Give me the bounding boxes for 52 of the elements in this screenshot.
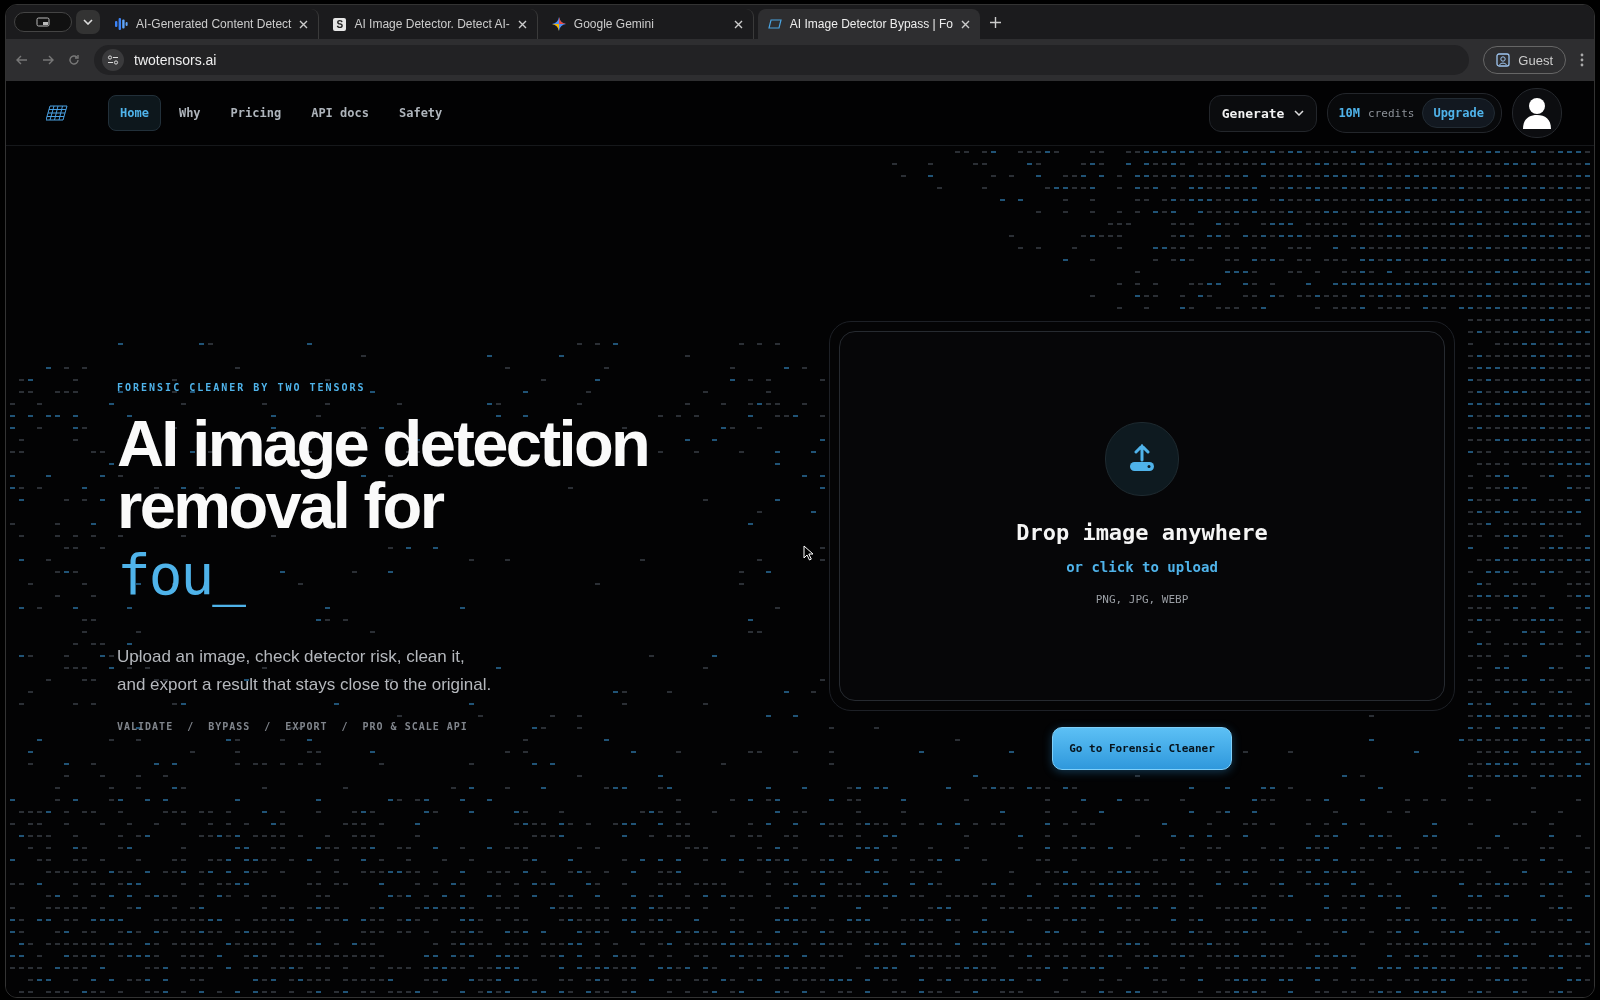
upgrade-button[interactable]: Upgrade bbox=[1422, 98, 1495, 128]
site-settings-icon[interactable] bbox=[102, 49, 124, 71]
close-icon[interactable] bbox=[299, 19, 309, 29]
formats-text: PNG, JPG, WEBP bbox=[1095, 593, 1189, 606]
credits-amount: 10M bbox=[1338, 106, 1361, 120]
url-text: twotensors.ai bbox=[134, 52, 217, 68]
avatar-button[interactable] bbox=[1512, 88, 1562, 138]
nav-link[interactable]: Why bbox=[166, 95, 213, 131]
upload-dropzone[interactable]: Drop image anywhere or click to upload PNG, JPG, WEBP bbox=[839, 331, 1445, 701]
nav-link[interactable]: Safety bbox=[386, 95, 455, 131]
step-label: EXPORT bbox=[285, 721, 328, 732]
close-icon[interactable] bbox=[733, 19, 743, 29]
nav-link[interactable]: Home bbox=[108, 95, 161, 131]
close-icon[interactable] bbox=[517, 19, 527, 29]
step-label: VALIDATE bbox=[117, 721, 174, 732]
credits-label: credits bbox=[1368, 106, 1415, 120]
reload-icon[interactable] bbox=[68, 54, 80, 66]
step-label: BYPASS bbox=[208, 721, 251, 732]
tab-search-button[interactable] bbox=[14, 12, 72, 32]
forward-icon[interactable] bbox=[42, 55, 54, 65]
chevron-down-icon bbox=[83, 19, 93, 25]
tab-list-button[interactable] bbox=[76, 10, 100, 34]
letter-icon: S bbox=[333, 17, 347, 31]
new-tab-icon[interactable] bbox=[990, 16, 1001, 28]
bars-icon bbox=[114, 17, 128, 31]
browser-tab[interactable]: AI Image Detector Bypass | Fo bbox=[757, 9, 980, 39]
chevron-down-icon bbox=[1294, 110, 1305, 116]
window-icon bbox=[36, 17, 50, 27]
generate-button[interactable]: Generate bbox=[1208, 94, 1318, 132]
separator-text: / bbox=[187, 721, 195, 732]
nav-link[interactable]: Pricing bbox=[218, 95, 294, 131]
hero-description: Upload an image, check detector risk, clean it, and export a result that stays close to the original. bbox=[117, 646, 493, 696]
address-bar[interactable]: twotensors.ai bbox=[94, 45, 1470, 75]
nav-link[interactable]: API docs bbox=[299, 95, 381, 131]
step-label: PRO & SCALE API bbox=[362, 721, 468, 732]
hero-headline: AI image detection removal for bbox=[117, 413, 650, 537]
back-icon[interactable] bbox=[16, 55, 28, 65]
upload-icon bbox=[1128, 444, 1156, 474]
dropzone-title: Drop image anywhere bbox=[1016, 520, 1268, 545]
separator-text: / bbox=[264, 721, 272, 732]
more-menu-icon[interactable] bbox=[1580, 53, 1584, 67]
profile-icon bbox=[1496, 53, 1511, 67]
separator-text: / bbox=[341, 721, 349, 732]
typed-text: fou_ bbox=[117, 541, 244, 609]
sparkle-icon bbox=[551, 17, 566, 31]
user-icon bbox=[1522, 96, 1552, 130]
logo-icon[interactable] bbox=[46, 105, 68, 121]
close-icon[interactable] bbox=[961, 19, 970, 29]
upload-link[interactable]: or click to upload bbox=[1066, 559, 1218, 575]
forensic-cleaner-button[interactable]: Go to Forensic Cleaner bbox=[1052, 727, 1232, 770]
eyebrow-text: FORENSIC CLEANER BY TWO TENSORS bbox=[117, 382, 366, 393]
pointer-cursor-icon bbox=[803, 545, 814, 561]
